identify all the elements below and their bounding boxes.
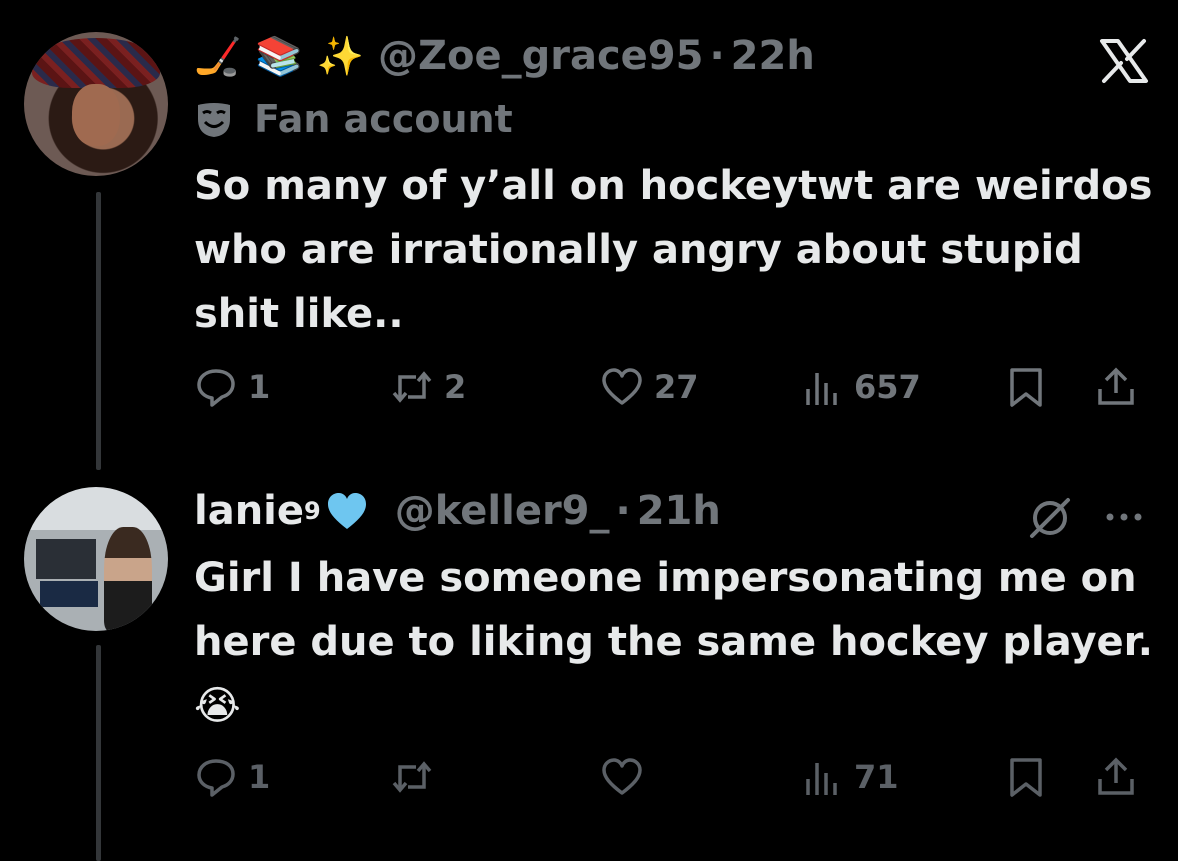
light-blue-heart-icon <box>327 493 366 529</box>
books-emoji: 📚 <box>255 33 303 78</box>
avatar-hat <box>32 38 160 88</box>
views-icon <box>806 763 837 795</box>
views-icon <box>806 373 837 405</box>
tweet-actions: 1 2 27 657 <box>194 363 1154 411</box>
views-button[interactable]: 657 <box>800 363 921 411</box>
share-icon <box>1098 367 1134 405</box>
bookmark-button[interactable] <box>1004 753 1058 801</box>
separator-dot: · <box>615 488 631 534</box>
reply-count: 1 <box>248 368 271 406</box>
share-icon <box>1098 757 1134 795</box>
avatar[interactable] <box>24 487 168 631</box>
tweet-header: 🏒 📚 ✨ @Zoe_grace95 · 22h <box>194 28 815 84</box>
timestamp[interactable]: 21h <box>637 488 721 534</box>
bookmark-icon <box>1010 758 1042 797</box>
bookmark-button[interactable] <box>1004 363 1058 411</box>
views-button[interactable]: 71 <box>800 753 899 801</box>
timestamp[interactable]: 22h <box>731 33 815 79</box>
loudly-crying-emoji: 😭 <box>194 683 241 729</box>
like-icon <box>602 758 642 795</box>
account-label-text: Fan account <box>254 97 513 141</box>
reply-icon <box>197 369 235 407</box>
user-handle[interactable]: @Zoe_grace95 <box>378 33 703 79</box>
share-button[interactable] <box>1094 363 1148 411</box>
hockey-stick-emoji: 🏒 <box>194 33 242 78</box>
tweet-text: So many of y’all on hockeytwt are weirdo… <box>194 163 1153 337</box>
like-button[interactable]: 27 <box>600 363 699 411</box>
repost-icon <box>392 761 432 793</box>
x-logo-icon[interactable] <box>1098 38 1150 84</box>
like-icon <box>602 368 642 405</box>
repost-count: 2 <box>444 368 467 406</box>
separator-dot: · <box>709 33 725 79</box>
avatar-person <box>104 527 152 631</box>
avatar-poster <box>36 539 96 579</box>
views-count: 657 <box>854 368 921 406</box>
more-icon[interactable] <box>1104 507 1144 527</box>
repost-icon <box>392 371 432 403</box>
bookmark-icon <box>1010 368 1042 407</box>
views-count: 71 <box>854 758 899 796</box>
repost-button[interactable] <box>390 753 444 801</box>
repost-button[interactable]: 2 <box>390 363 466 411</box>
avatar-poster <box>40 581 98 607</box>
share-button[interactable] <box>1094 753 1148 801</box>
tweet-text-body: Girl I have someone impersonating me on … <box>194 555 1153 665</box>
like-button[interactable] <box>600 753 654 801</box>
tweet-tools <box>1024 494 1144 540</box>
reply-icon <box>197 759 235 797</box>
like-count: 27 <box>654 368 699 406</box>
tweet-actions: 1 71 <box>194 753 1154 801</box>
grok-slash-icon[interactable] <box>1024 494 1076 540</box>
reply-count: 1 <box>248 758 271 796</box>
tweet-header: lanie 9 @keller9_ · 21h <box>194 483 721 539</box>
thread-connector <box>96 192 101 470</box>
reply-button[interactable]: 1 <box>194 753 270 801</box>
thread-connector <box>96 645 101 861</box>
avatar[interactable] <box>24 32 168 176</box>
display-name[interactable]: lanie <box>194 488 304 534</box>
tweet-text: Girl I have someone impersonating me on … <box>194 546 1154 738</box>
sparkles-emoji: ✨ <box>316 33 364 78</box>
avatar-face <box>72 84 120 146</box>
account-label: Fan account <box>194 96 513 142</box>
mask-icon <box>198 103 230 137</box>
user-handle[interactable]: @keller9_ <box>395 488 610 534</box>
display-name-superscript: 9 <box>304 497 321 525</box>
reply-button[interactable]: 1 <box>194 363 270 411</box>
